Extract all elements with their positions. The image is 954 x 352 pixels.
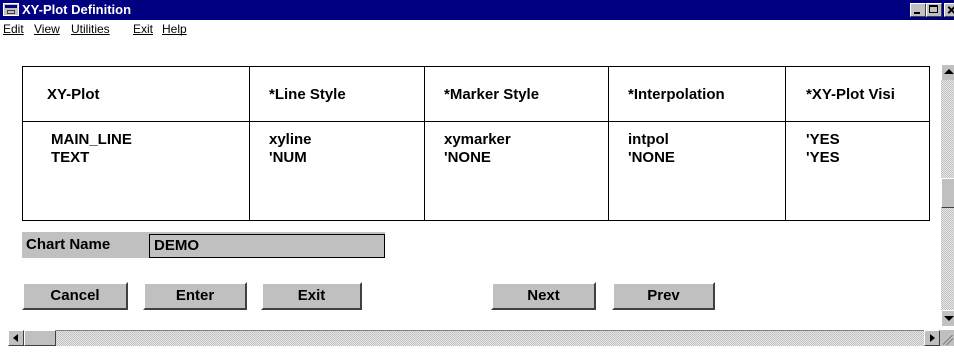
xy-plot-table: XY-Plot *Line Style *Marker Style *Inter… [22, 66, 930, 221]
header-xy-plot-visibility: *XY-Plot Visi [806, 86, 895, 103]
header-line-style: *Line Style [269, 86, 346, 103]
menu-exit[interactable]: Exit [133, 20, 153, 38]
column-xy-plot[interactable]: MAIN_LINE TEXT [51, 131, 132, 167]
menu-view[interactable]: View [34, 20, 60, 38]
window-title: XY-Plot Definition [22, 2, 132, 17]
scroll-up-arrow-icon[interactable] [941, 64, 954, 80]
cell-line-style[interactable]: 'NUM [269, 149, 312, 167]
column-divider [249, 67, 250, 220]
column-line-style[interactable]: xyline 'NUM [269, 131, 312, 167]
close-button[interactable] [944, 3, 954, 17]
xy-plot-definition-window: XY-Plot Definition Edit View Utilities E… [0, 0, 954, 352]
menu-bar: Edit View Utilities Exit Help [0, 20, 954, 38]
cell-xy-plot[interactable]: MAIN_LINE [51, 131, 132, 149]
enter-button[interactable]: Enter [143, 282, 247, 310]
horizontal-scrollbar[interactable] [8, 330, 940, 346]
column-divider [785, 67, 786, 220]
prev-button[interactable]: Prev [612, 282, 715, 310]
chart-name-field[interactable]: DEMO [149, 234, 385, 258]
menu-help[interactable]: Help [162, 20, 187, 38]
vertical-scroll-thumb[interactable] [941, 178, 954, 208]
cell-interpolation[interactable]: intpol [628, 131, 675, 149]
title-bar[interactable]: XY-Plot Definition [0, 0, 954, 20]
cell-xy-plot[interactable]: TEXT [51, 149, 132, 167]
exit-button[interactable]: Exit [261, 282, 362, 310]
cell-visibility[interactable]: 'YES [806, 131, 840, 149]
cell-interpolation[interactable]: 'NONE [628, 149, 675, 167]
scroll-right-arrow-icon[interactable] [924, 330, 940, 346]
chart-name-label: Chart Name [26, 236, 111, 253]
column-divider [424, 67, 425, 220]
menu-edit[interactable]: Edit [3, 20, 24, 38]
cancel-button[interactable]: Cancel [22, 282, 128, 310]
maximize-button[interactable] [926, 3, 942, 17]
cell-marker-style[interactable]: 'NONE [444, 149, 511, 167]
header-xy-plot: XY-Plot [47, 86, 100, 103]
scroll-left-arrow-icon[interactable] [8, 330, 24, 346]
column-interpolation[interactable]: intpol 'NONE [628, 131, 675, 167]
minimize-button[interactable] [910, 3, 926, 17]
app-window-icon[interactable] [3, 3, 19, 16]
header-interpolation: *Interpolation [628, 86, 725, 103]
menu-utilities[interactable]: Utilities [71, 20, 110, 38]
cell-visibility[interactable]: 'YES [806, 149, 840, 167]
scroll-down-arrow-icon[interactable] [941, 310, 954, 326]
cell-marker-style[interactable]: xymarker [444, 131, 511, 149]
column-marker-style[interactable]: xymarker 'NONE [444, 131, 511, 167]
column-divider [608, 67, 609, 220]
cell-line-style[interactable]: xyline [269, 131, 312, 149]
header-divider [23, 121, 929, 122]
header-marker-style: *Marker Style [444, 86, 540, 103]
column-visibility[interactable]: 'YES 'YES [806, 131, 840, 167]
next-button[interactable]: Next [491, 282, 596, 310]
horizontal-scroll-thumb[interactable] [24, 330, 56, 346]
window-left-edge [0, 38, 8, 352]
resize-grip-icon[interactable] [940, 330, 954, 346]
